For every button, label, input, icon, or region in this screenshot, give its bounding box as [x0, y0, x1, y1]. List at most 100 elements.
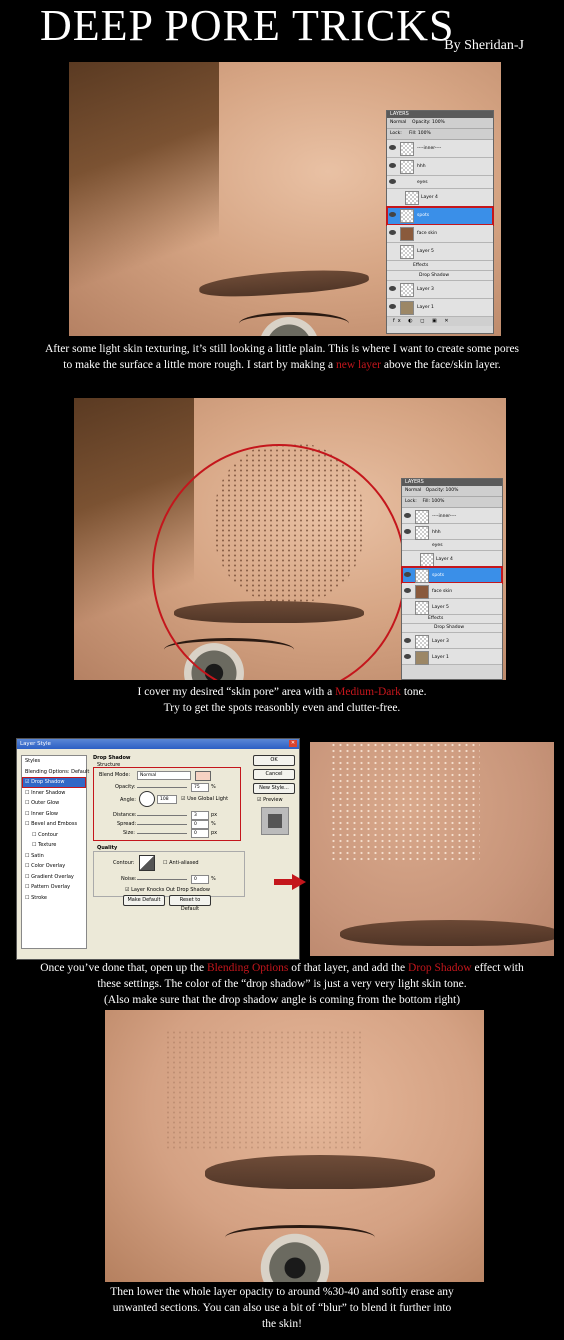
blend-mode-select[interactable]: Normal	[405, 488, 421, 493]
close-icon[interactable]: ✕	[289, 740, 297, 747]
blend-mode-select[interactable]: Normal	[390, 120, 406, 125]
size-field[interactable]: 0	[191, 829, 209, 838]
size-slider[interactable]	[137, 833, 187, 834]
fill-value[interactable]: 100%	[431, 499, 444, 504]
eyebrow	[205, 1155, 435, 1189]
layer-row[interactable]: ----inner----	[387, 140, 493, 158]
step3-caption-line2: these settings. The color of the “drop s…	[97, 978, 467, 990]
global-light-checkbox[interactable]: ☑ Use Global Light	[181, 796, 228, 802]
shadow-color-swatch[interactable]	[195, 771, 211, 781]
eye-icon[interactable]	[389, 212, 396, 217]
anti-aliased-checkbox[interactable]: ☐ Anti-aliased	[163, 860, 199, 866]
styles-item[interactable]: ☐ Gradient Overlay	[22, 872, 86, 883]
styles-item-label: Gradient Overlay	[31, 873, 74, 880]
layer-effects-row[interactable]: Effects	[402, 615, 502, 624]
step3-caption: Once you’ve done that, open up the Blend…	[0, 960, 564, 1008]
layer-row[interactable]: Layer 3	[402, 633, 502, 649]
styles-item-label: Contour	[38, 831, 59, 838]
layer-row[interactable]: eyes	[387, 176, 493, 189]
eye-icon[interactable]	[389, 163, 396, 168]
layer-row[interactable]: Layer 5	[402, 599, 502, 615]
eye-icon[interactable]	[404, 529, 411, 534]
spread-field[interactable]: 0	[191, 820, 209, 829]
layers-panel-footer-icons[interactable]: fx ◐ ◻ ▣ ✕	[387, 317, 493, 326]
eye-icon[interactable]	[404, 638, 411, 643]
styles-item-label: Inner Shadow	[31, 789, 66, 796]
layer-row[interactable]: Layer 4	[387, 189, 493, 207]
layer-name: Layer 1	[417, 305, 434, 310]
eye-icon[interactable]	[389, 304, 396, 309]
layer-row[interactable]: hhh	[402, 524, 502, 540]
styles-item[interactable]: Blending Options: Default	[22, 767, 89, 778]
distance-slider[interactable]	[137, 815, 187, 816]
layer-effects-row[interactable]: Effects	[387, 261, 493, 271]
layers-panel-header: LAYERS	[387, 111, 493, 118]
layer-name: Layer 3	[432, 639, 449, 644]
layer-row[interactable]: Layer 4	[402, 551, 502, 567]
layer-name: ----inner----	[417, 146, 442, 151]
noise-slider[interactable]	[137, 879, 187, 880]
layer-thumbnail	[420, 553, 434, 567]
noise-field[interactable]: 0	[191, 875, 209, 884]
preview-checkbox[interactable]: ☑ Preview	[257, 797, 283, 803]
eye-icon[interactable]	[404, 572, 411, 577]
angle-dial[interactable]	[139, 791, 155, 807]
styles-item[interactable]: ☐ Texture	[22, 840, 86, 851]
layer-row[interactable]: Layer 5	[387, 243, 493, 261]
make-default-button[interactable]: Make Default	[123, 895, 165, 906]
layer-row[interactable]: hhh	[387, 158, 493, 176]
opacity-value[interactable]: 100%	[432, 120, 445, 125]
fill-value[interactable]: 100%	[418, 131, 431, 136]
layer-row-selected[interactable]: spots	[386, 206, 494, 226]
blend-mode-select[interactable]: Normal	[137, 771, 191, 780]
eye-icon[interactable]	[404, 654, 411, 659]
distance-field[interactable]: 3	[191, 811, 209, 820]
styles-item[interactable]: ☐ Satin	[22, 851, 86, 862]
knockout-checkbox[interactable]: ☑ Layer Knocks Out Drop Shadow	[125, 887, 210, 893]
layers-panel: LAYERS Normal Opacity: 100% Lock: Fill: …	[401, 478, 503, 680]
layer-row[interactable]: face skin	[402, 583, 502, 599]
layer-row[interactable]: Layer 3	[387, 281, 493, 299]
eye-icon[interactable]	[389, 145, 396, 150]
layer-row[interactable]: Layer 1	[387, 299, 493, 317]
opacity-value[interactable]: 100%	[446, 488, 459, 493]
layer-row[interactable]: face skin	[387, 225, 493, 243]
eye-icon[interactable]	[404, 588, 411, 593]
contour-picker[interactable]	[139, 855, 155, 871]
eye-icon[interactable]	[404, 513, 411, 518]
styles-item-label: Pattern Overlay	[31, 884, 71, 890]
styles-item[interactable]: ☐ Inner Shadow	[22, 788, 86, 799]
layer-effect-row[interactable]: Drop Shadow	[387, 271, 493, 281]
caption-text: I cover my desired “skin pore” area with…	[137, 686, 336, 698]
styles-item[interactable]: ☐ Stroke	[22, 893, 86, 904]
eye-icon[interactable]	[389, 286, 396, 291]
layer-row[interactable]: ----inner----	[402, 508, 502, 524]
layer-thumbnail	[400, 301, 414, 315]
styles-item[interactable]: ☐ Color Overlay	[22, 861, 86, 872]
ok-button[interactable]: OK	[253, 755, 295, 766]
global-light-label: Use Global Light	[187, 796, 229, 802]
layer-row[interactable]: Layer 1	[402, 649, 502, 665]
styles-item[interactable]: ☐ Outer Glow	[22, 798, 86, 809]
layer-row[interactable]: eyes	[402, 540, 502, 551]
step4-caption: Then lower the whole layer opacity to ar…	[0, 1284, 564, 1332]
opacity-field[interactable]: 75	[191, 783, 209, 792]
new-style-button[interactable]: New Style...	[253, 783, 295, 794]
opacity-slider[interactable]	[137, 787, 187, 788]
layer-effect-row[interactable]: Drop Shadow	[402, 624, 502, 633]
reset-default-button[interactable]: Reset to Default	[169, 895, 211, 912]
styles-item[interactable]: ☐ Bevel and Emboss	[22, 819, 86, 830]
eye-icon[interactable]	[389, 179, 396, 184]
styles-item-drop-shadow[interactable]: ☑ Drop Shadow	[22, 777, 86, 788]
layer-row-selected[interactable]: spots	[401, 566, 503, 584]
eye-icon[interactable]	[389, 230, 396, 235]
styles-item[interactable]: ☐ Pattern Overlay	[22, 882, 86, 893]
layers-panel-header: LAYERS	[402, 479, 502, 486]
spread-slider[interactable]	[137, 824, 187, 825]
styles-item[interactable]: ☐ Contour	[22, 830, 86, 841]
styles-item[interactable]: ☐ Inner Glow	[22, 809, 86, 820]
styles-item[interactable]: Styles	[22, 756, 86, 767]
caption-text: above the face/skin layer.	[381, 359, 501, 371]
cancel-button[interactable]: Cancel	[253, 769, 295, 780]
angle-field[interactable]: 108	[157, 795, 177, 804]
